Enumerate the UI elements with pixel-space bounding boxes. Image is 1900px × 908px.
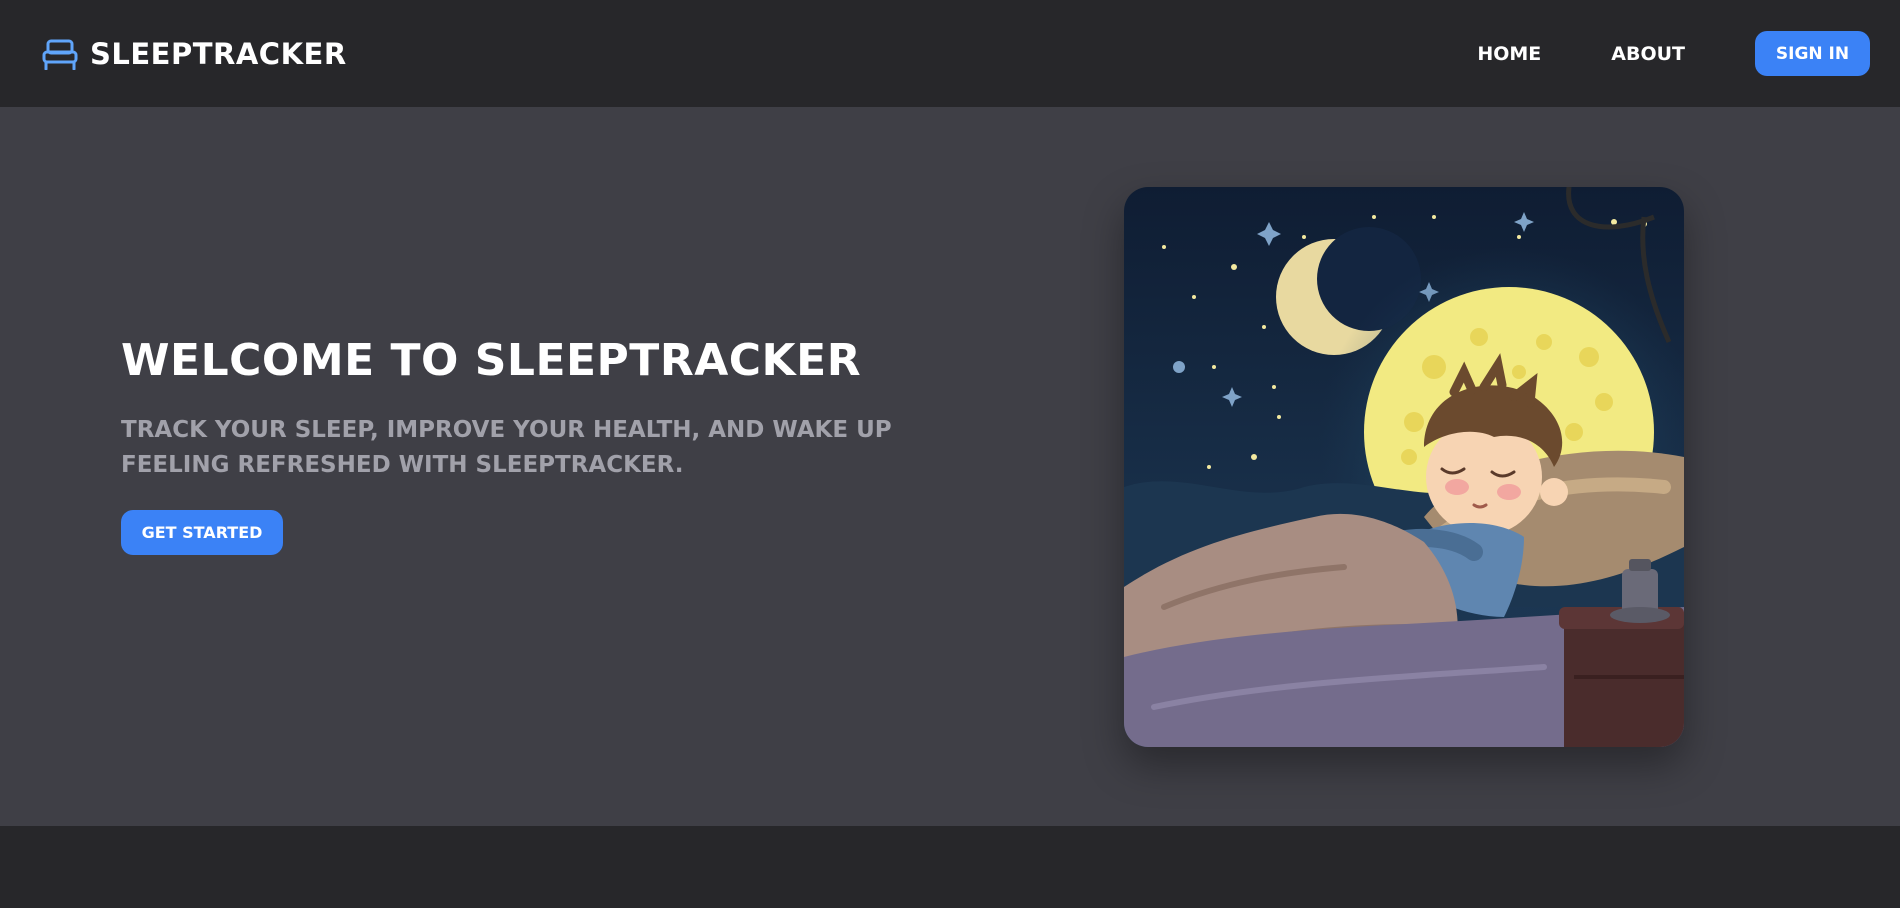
sign-in-button[interactable]: SIGN IN [1755, 31, 1870, 76]
bed-icon [42, 39, 78, 70]
hero-illustration [1124, 187, 1684, 747]
hero-section: WELCOME TO SLEEPTRACKER TRACK YOUR SLEEP… [0, 107, 1900, 826]
get-started-button[interactable]: GET STARTED [121, 510, 283, 555]
nav-link-home[interactable]: HOME [1477, 43, 1541, 65]
navbar: SLEEPTRACKER HOME ABOUT SIGN IN [0, 0, 1900, 107]
nav-link-about[interactable]: ABOUT [1611, 43, 1685, 65]
hero-subtitle: TRACK YOUR SLEEP, IMPROVE YOUR HEALTH, A… [121, 417, 892, 478]
sleeping-boy-illustration [1124, 187, 1684, 747]
nav-menu: HOME ABOUT SIGN IN [1477, 31, 1870, 76]
hero-title: WELCOME TO SLEEPTRACKER [121, 335, 862, 386]
footer [0, 826, 1900, 908]
brand[interactable]: SLEEPTRACKER [42, 37, 347, 71]
brand-name: SLEEPTRACKER [90, 36, 347, 71]
